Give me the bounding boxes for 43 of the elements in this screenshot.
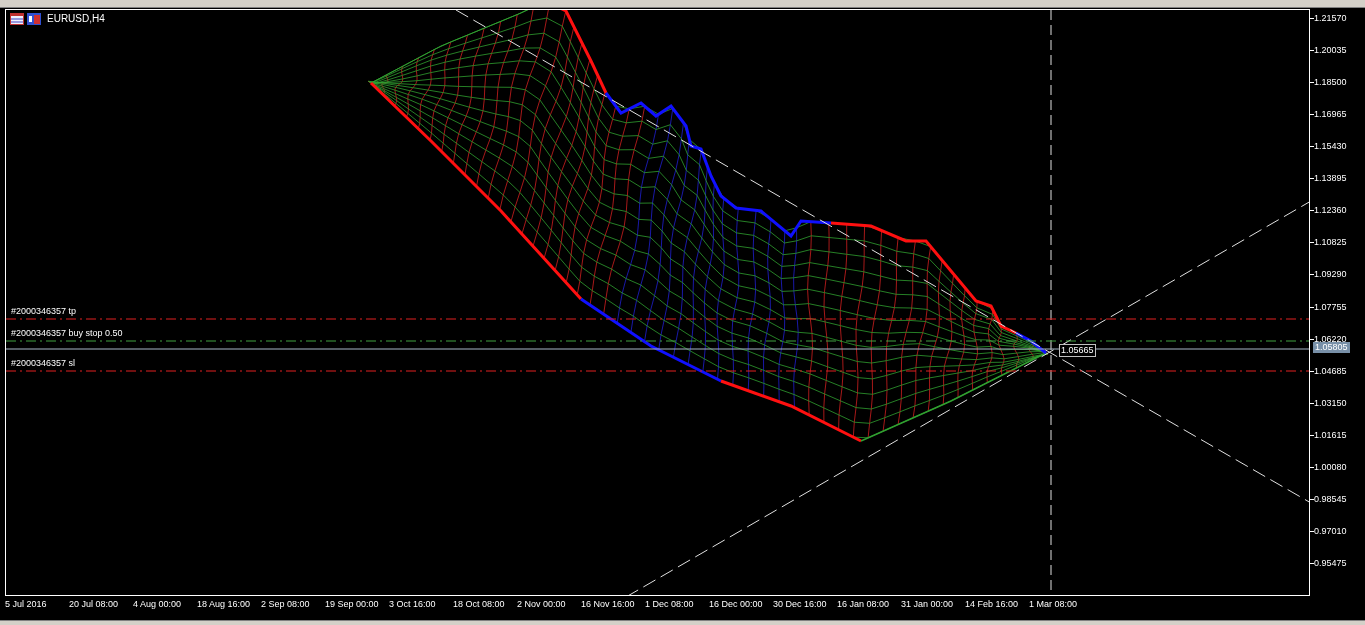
time-tick: 19 Sep 00:00 [325,600,379,609]
price-tick: 1.12360 [1314,206,1347,216]
time-tick: 2 Nov 00:00 [517,600,566,609]
chart-title: EURUSD,H4 [47,14,105,24]
order-label: #2000346357 sl [11,359,76,368]
time-tick: 16 Dec 00:00 [709,600,763,609]
time-tick: 14 Feb 16:00 [965,600,1019,609]
time-tick: 31 Jan 00:00 [901,600,954,609]
time-tick: 2 Sep 08:00 [261,600,310,609]
time-tick: 16 Nov 16:00 [581,600,635,609]
price-tick: 1.15430 [1314,142,1347,152]
time-tick: 1 Dec 08:00 [645,600,694,609]
price-tick: 1.06220 [1314,334,1347,344]
time-tick: 18 Aug 16:00 [197,600,251,609]
bid-price-label: 1.05805 [1313,342,1350,353]
price-tick: 1.00080 [1314,462,1347,472]
crosshair-price-label: 1.05665 [1059,344,1096,357]
price-tick: 1.07755 [1314,302,1347,312]
price-tick: 1.18500 [1314,78,1347,88]
price-tick: 1.09290 [1314,270,1347,280]
price-tick: 0.98545 [1314,494,1347,504]
price-tick: 1.13895 [1314,174,1347,184]
price-tick: 1.03150 [1314,398,1347,408]
price-tick: 1.20035 [1314,46,1347,56]
price-tick: 0.97010 [1314,526,1347,536]
chart-icon [27,13,41,25]
order-label: #2000346357 tp [11,307,77,316]
table-icon [10,13,24,25]
time-tick: 16 Jan 08:00 [837,600,890,609]
price-tick: 1.10825 [1314,238,1347,248]
time-tick: 18 Oct 08:00 [453,600,505,609]
time-tick: 5 Jul 2016 [5,600,47,609]
time-tick: 1 Mar 08:00 [1029,600,1078,609]
time-tick: 20 Jul 08:00 [69,600,119,609]
time-tick: 3 Oct 16:00 [389,600,436,609]
price-tick: 1.16965 [1314,110,1347,120]
price-tick: 1.04685 [1314,366,1347,376]
order-label: #2000346357 buy stop 0.50 [11,329,123,338]
price-tick: 1.01615 [1314,430,1347,440]
price-tick: 1.21570 [1314,14,1347,23]
time-tick: 30 Dec 16:00 [773,600,827,609]
price-tick: 0.95475 [1314,559,1347,568]
time-tick: 4 Aug 00:00 [133,600,182,609]
